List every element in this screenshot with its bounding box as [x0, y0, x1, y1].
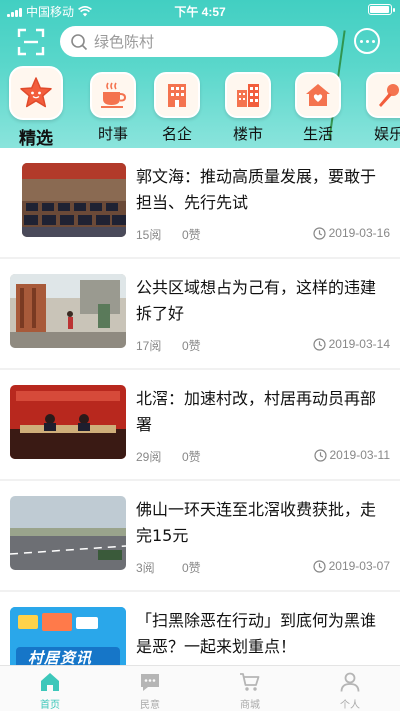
- home-icon: [41, 673, 59, 691]
- date-text: 2019-03-16: [328, 226, 390, 240]
- date-text: 2019-03-14: [328, 337, 390, 351]
- news-item[interactable]: 北滘：加速村改，村居再动员再部署 29阅 0赞 2019-03-11: [0, 370, 400, 481]
- category-bar: 精选 时事 名企 楼市 生活 娱乐: [0, 64, 400, 148]
- chat-bubble-icon: [141, 674, 159, 691]
- like-count: 0赞: [182, 339, 201, 353]
- news-date: 2019-03-11: [313, 448, 391, 462]
- read-count: 15阅: [136, 228, 162, 242]
- header: 中国移动 下午 4:57 绿色陈村 精选 时事 名企 楼市 生活 娱乐: [0, 0, 400, 148]
- date-text: 2019-03-07: [328, 559, 390, 573]
- news-item[interactable]: 公共区域想占为己有，这样的违建拆了好 17阅 0赞 2019-03-14: [0, 259, 400, 370]
- news-item[interactable]: 郭文海：推动高质量发展，要敢于担当、先行先试 15阅 0赞 2019-03-16: [0, 148, 400, 259]
- like-count: 0赞: [182, 228, 201, 242]
- tab-mall[interactable]: 商城: [200, 670, 300, 711]
- category-label: 精选: [19, 129, 53, 148]
- tab-profile[interactable]: 个人: [300, 670, 400, 711]
- tab-label: 民意: [140, 700, 160, 711]
- category-shishi[interactable]: 时事: [81, 64, 145, 144]
- news-date: 2019-03-14: [313, 337, 390, 351]
- news-title: 北滘：加速村改，村居再动员再部署: [136, 389, 377, 434]
- category-label: 娱乐: [373, 125, 400, 143]
- category-yule[interactable]: 娱乐: [357, 64, 400, 144]
- tab-label: 商城: [240, 700, 260, 711]
- bottom-tab-bar: 首页 民意 商城 个人: [0, 665, 400, 711]
- category-label: 生活: [302, 125, 333, 143]
- category-label: 楼市: [232, 125, 263, 143]
- search-input[interactable]: 绿色陈村: [60, 26, 338, 57]
- read-count: 17阅: [136, 339, 162, 353]
- person-icon: [340, 672, 360, 692]
- scan-icon[interactable]: [17, 28, 45, 56]
- search-icon: [71, 33, 88, 50]
- category-loushi[interactable]: 楼市: [216, 64, 280, 144]
- category-label: 名企: [161, 125, 192, 143]
- news-meta: 3阅 0赞 2019-03-07: [136, 559, 390, 575]
- more-options-icon[interactable]: [354, 28, 380, 54]
- tab-home[interactable]: 首页: [0, 670, 100, 711]
- highway-photo: [10, 496, 126, 570]
- tab-opinion[interactable]: 民意: [100, 670, 200, 711]
- news-title: 公共区域想占为己有，这样的违建拆了好: [136, 278, 377, 323]
- stage-meeting-photo: [10, 385, 126, 459]
- like-count: 0赞: [182, 561, 201, 575]
- conference-meeting-photo: [22, 163, 126, 237]
- status-time: 下午 4:57: [174, 5, 226, 19]
- news-meta: 15阅 0赞 2019-03-16: [136, 226, 390, 242]
- date-text: 2019-03-11: [329, 448, 391, 462]
- coffee-cup-icon: [90, 72, 136, 118]
- tab-label: 个人: [340, 700, 360, 711]
- microphone-icon: [366, 72, 400, 118]
- read-count: 3阅: [136, 561, 155, 575]
- house-heart-icon: [295, 72, 341, 118]
- office-building-icon: [154, 72, 200, 118]
- like-count: 0赞: [182, 450, 201, 464]
- clock-icon: [313, 448, 327, 462]
- read-count: 29阅: [136, 450, 162, 464]
- category-label: 时事: [97, 125, 128, 143]
- clock-icon: [313, 559, 326, 573]
- news-item[interactable]: 佛山一环天连至北滘收费获批，走完15元 3阅 0赞 2019-03-07: [0, 481, 400, 592]
- category-jingxuan[interactable]: 精选: [4, 64, 68, 148]
- status-bar: 中国移动 下午 4:57: [0, 0, 400, 20]
- clock-icon: [313, 337, 326, 351]
- clock-icon: [313, 226, 326, 240]
- category-mingqi[interactable]: 名企: [145, 64, 209, 144]
- apartment-buildings-icon: [225, 72, 271, 118]
- street-demolition-photo: [10, 274, 126, 348]
- tab-label: 首页: [40, 700, 60, 711]
- news-meta: 29阅 0赞 2019-03-11: [136, 448, 390, 464]
- news-title: 佛山一环天连至北滘收费获批，走完15元: [136, 500, 377, 545]
- search-placeholder: 绿色陈村: [94, 33, 155, 51]
- news-date: 2019-03-07: [313, 559, 390, 573]
- news-title: 郭文海：推动高质量发展，要敢于担当、先行先试: [136, 167, 377, 212]
- shopping-cart-icon: [240, 673, 260, 691]
- star-icon: [9, 66, 63, 120]
- news-list: 郭文海：推动高质量发展，要敢于担当、先行先试 15阅 0赞 2019-03-16…: [0, 148, 400, 703]
- news-meta: 17阅 0赞 2019-03-14: [136, 337, 390, 353]
- news-date: 2019-03-16: [313, 226, 390, 240]
- news-title: 「扫黑除恶在行动」到底何为黑谁是恶？一起来划重点！: [136, 611, 377, 656]
- category-shenghuo[interactable]: 生活: [286, 64, 350, 144]
- battery-icon: [368, 4, 395, 15]
